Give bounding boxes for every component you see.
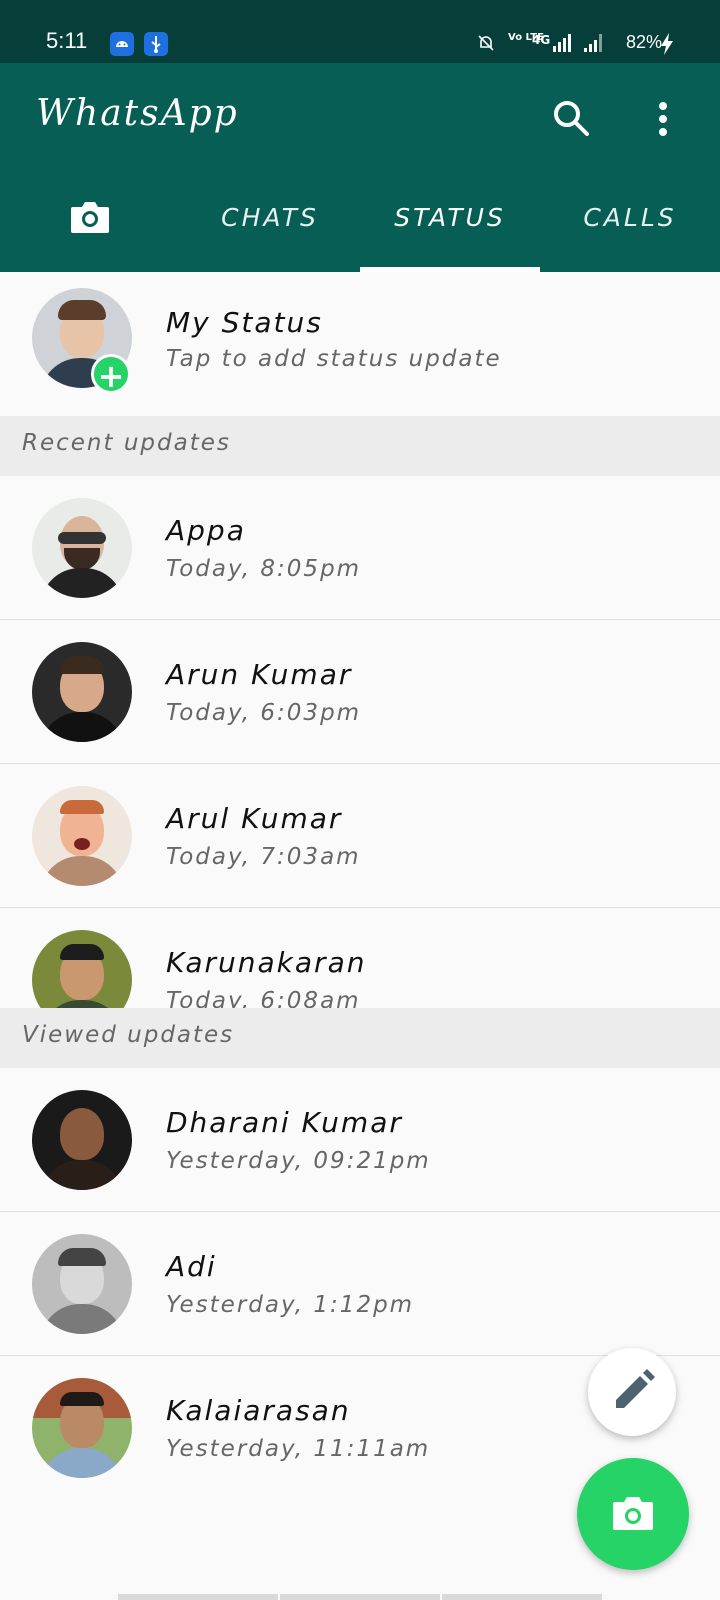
status-time: Today, 6:08am <box>166 988 361 1008</box>
status-row[interactable]: Appa Today, 8:05pm <box>0 476 720 620</box>
tab-calls[interactable]: CALLS <box>540 203 720 263</box>
camera-icon <box>613 1497 653 1530</box>
status-row[interactable]: Arul Kumar Today, 7:03am <box>0 764 720 908</box>
app-title: WhatsApp <box>36 93 239 134</box>
contact-name: Dharani Kumar <box>166 1106 403 1139</box>
nav-hint <box>442 1594 602 1600</box>
avatar <box>32 930 132 1008</box>
camera-icon <box>71 202 109 233</box>
avatar <box>32 1378 132 1478</box>
status-row[interactable]: Adi Yesterday, 1:12pm <box>0 1212 720 1356</box>
clock: 5:11 <box>46 28 88 53</box>
nav-hint <box>280 1594 440 1600</box>
status-row[interactable]: Arun Kumar Today, 6:03pm <box>0 620 720 764</box>
pencil-icon <box>616 1369 655 1408</box>
status-time: Today, 8:05pm <box>166 556 362 582</box>
tab-chats[interactable]: CHATS <box>180 203 360 263</box>
status-time: Yesterday, 11:11am <box>166 1436 431 1462</box>
status-time: Today, 6:03pm <box>166 700 362 726</box>
android-icon <box>110 32 134 56</box>
contact-name: Kalaiarasan <box>166 1394 351 1427</box>
avatar <box>32 498 132 598</box>
search-icon <box>554 101 589 136</box>
more-vert-icon <box>659 102 667 136</box>
search-button[interactable] <box>552 99 592 139</box>
status-time: Yesterday, 09:21pm <box>166 1148 431 1174</box>
status-time: Yesterday, 1:12pm <box>166 1292 415 1318</box>
system-status-bar: 5:11 Vo LTE 4G 82% <box>0 0 720 63</box>
avatar <box>32 642 132 742</box>
overflow-menu-button[interactable] <box>656 101 670 137</box>
contact-name: Arul Kumar <box>166 802 343 835</box>
contact-name: Appa <box>166 514 246 547</box>
camera-status-button[interactable] <box>577 1458 689 1570</box>
contact-name: Arun Kumar <box>166 658 353 691</box>
my-status-row[interactable]: + My Status Tap to add status update <box>0 272 720 416</box>
status-row[interactable]: Karunakaran Today, 6:08am <box>0 908 720 1008</box>
contact-name: Karunakaran <box>166 946 367 979</box>
avatar <box>32 1234 132 1334</box>
signal-icon <box>553 34 571 52</box>
text-status-button[interactable] <box>588 1348 676 1436</box>
network-type: 4G <box>532 33 551 47</box>
tab-status[interactable]: STATUS <box>360 203 540 263</box>
charging-bolt-icon <box>660 33 674 55</box>
avatar <box>32 786 132 886</box>
add-status-icon[interactable]: + <box>91 354 131 395</box>
avatar <box>32 1090 132 1190</box>
usb-icon <box>144 32 168 56</box>
signal-icon <box>584 34 602 52</box>
my-status-subtitle: Tap to add status update <box>166 346 502 372</box>
tab-camera[interactable] <box>0 202 180 263</box>
battery-percent: 82% <box>625 32 662 52</box>
section-header-viewed: Viewed updates <box>0 1008 720 1068</box>
section-header-recent: Recent updates <box>0 416 720 476</box>
bell-off-icon <box>477 34 495 52</box>
status-time: Today, 7:03am <box>166 844 361 870</box>
my-status-name: My Status <box>166 306 323 339</box>
app-bar: WhatsApp CHATS STATUS CALLS <box>0 63 720 272</box>
contact-name: Adi <box>166 1250 217 1283</box>
status-row[interactable]: Dharani Kumar Yesterday, 09:21pm <box>0 1068 720 1212</box>
nav-hint <box>118 1594 278 1600</box>
